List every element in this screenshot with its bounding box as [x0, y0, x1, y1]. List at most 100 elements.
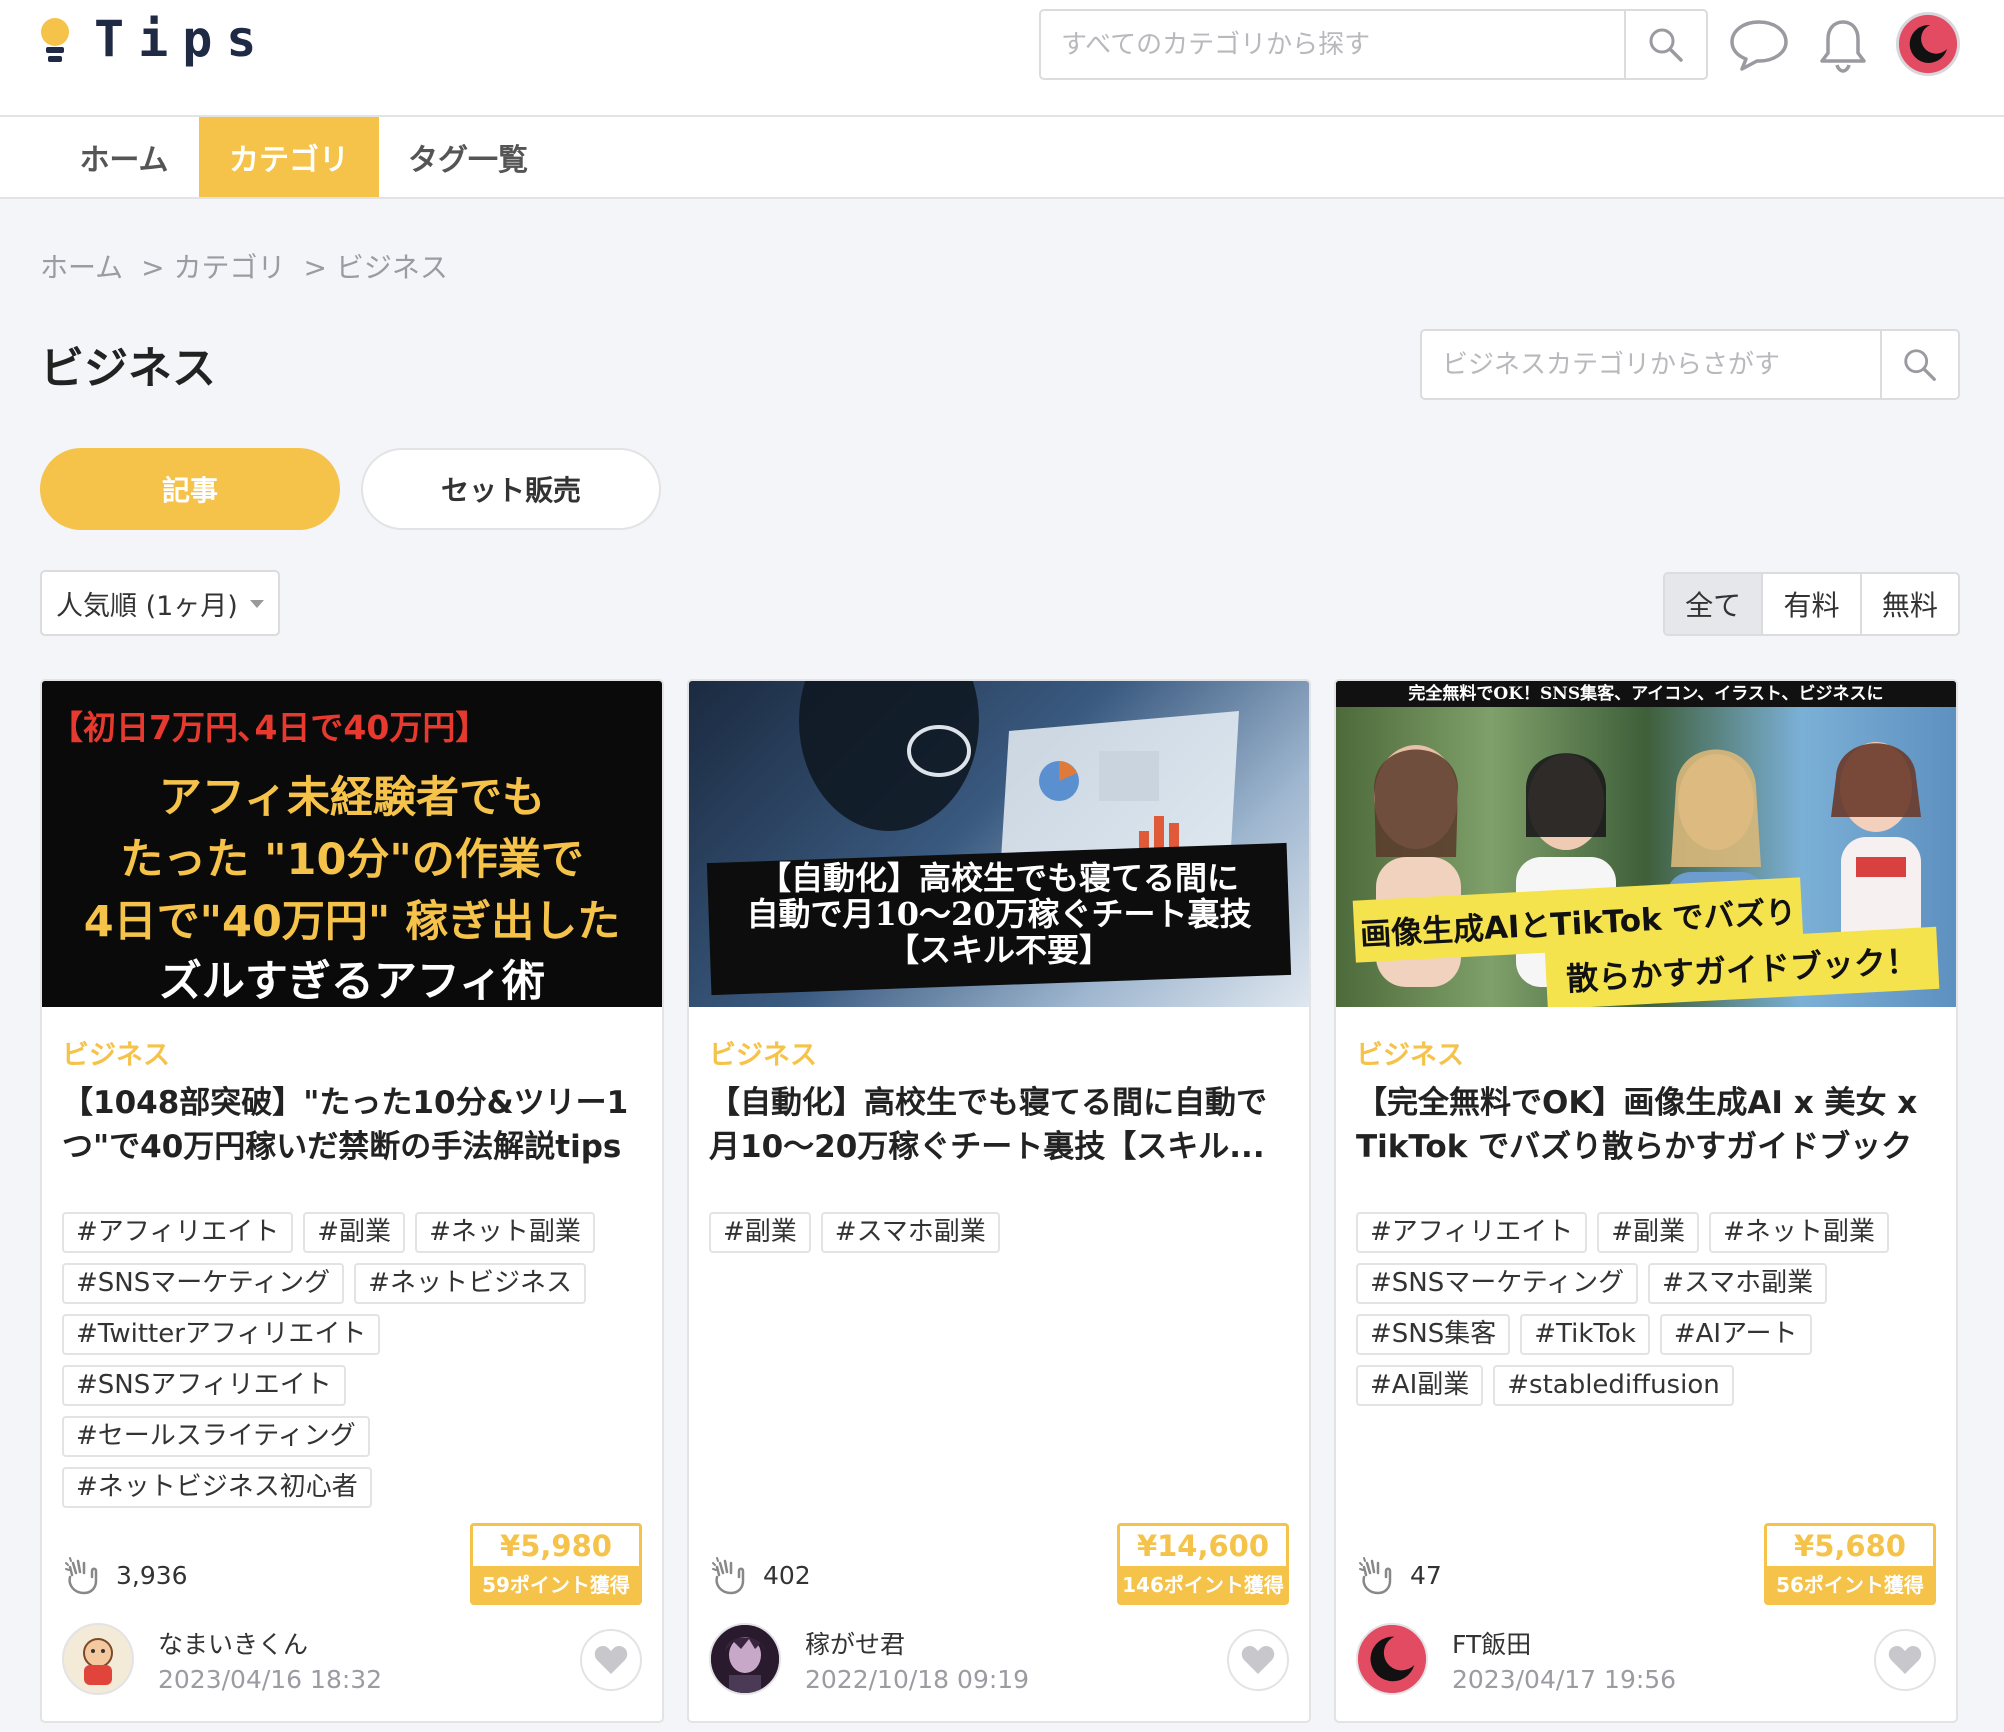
price-filter: 全て 有料 無料 — [1663, 572, 1960, 636]
tag[interactable]: #SNSマーケティング — [62, 1263, 345, 1304]
post-date: 2023/04/16 18:32 — [158, 1665, 383, 1694]
tag[interactable]: #ネット副業 — [415, 1212, 595, 1253]
price-badge: ¥5,980 59ポイント獲得 — [470, 1523, 642, 1605]
tag[interactable]: #スマホ副業 — [820, 1212, 1000, 1253]
category-search-input[interactable] — [1422, 331, 1880, 398]
tag[interactable]: #副業 — [709, 1212, 811, 1253]
global-search-input[interactable] — [1041, 11, 1624, 78]
clap-button[interactable]: 47 — [1356, 1553, 1442, 1597]
breadcrumb: ホーム > カテゴリ > ビジネス — [40, 246, 448, 286]
tag[interactable]: #stablediffusion — [1493, 1365, 1734, 1406]
tab-category[interactable]: カテゴリ — [199, 117, 379, 197]
tab-home[interactable]: ホーム — [62, 117, 186, 197]
price-points: 56ポイント獲得 — [1767, 1566, 1933, 1602]
site-logo[interactable]: Tips — [38, 10, 270, 68]
tag[interactable]: #セールスライティング — [62, 1416, 370, 1457]
bundles-toggle-button[interactable]: セット販売 — [361, 448, 661, 530]
card-category[interactable]: ビジネス — [709, 1033, 817, 1072]
category-search-button[interactable] — [1880, 331, 1958, 398]
global-search-button[interactable] — [1624, 11, 1706, 78]
search-icon — [1649, 28, 1683, 62]
like-button[interactable] — [1874, 1629, 1936, 1691]
card-title[interactable]: 【完全無料でOK】画像生成AI x 美女 x TikTok でバズり散らかすガイ… — [1356, 1081, 1942, 1169]
heart-icon — [594, 1646, 628, 1674]
breadcrumb-business[interactable]: > ビジネス — [304, 246, 448, 286]
thumbnail-text: 【スキル不要】 — [886, 931, 1111, 969]
post-date: 2022/10/18 09:19 — [805, 1665, 1030, 1694]
thumbnail-text: 4日で"40万円" 稼ぎ出した — [83, 897, 621, 947]
tag[interactable]: #副業 — [303, 1212, 406, 1253]
filter-free-button[interactable]: 無料 — [1859, 574, 1958, 634]
page-title: ビジネス — [40, 343, 216, 394]
price-badge: ¥14,600 146ポイント獲得 — [1117, 1523, 1289, 1605]
messages-button[interactable] — [1728, 14, 1790, 76]
bell-icon — [1820, 20, 1866, 73]
thumbnail-text: 【初日7万円､4日で40万円】 — [50, 708, 489, 747]
tag[interactable]: #スマホ副業 — [1648, 1263, 1828, 1304]
tag[interactable]: #ネットビジネス — [354, 1263, 586, 1304]
filter-paid-button[interactable]: 有料 — [1761, 574, 1859, 634]
like-button[interactable] — [580, 1629, 642, 1691]
filter-all-button[interactable]: 全て — [1665, 574, 1762, 634]
card-category[interactable]: ビジネス — [1356, 1033, 1464, 1072]
breadcrumb-home[interactable]: ホーム — [40, 246, 123, 286]
tag[interactable]: #SNSアフィリエイト — [62, 1365, 346, 1406]
sort-selected-label: 人気順 (1ヶ月) — [56, 590, 238, 622]
author-name[interactable]: FT飯田 — [1452, 1625, 1531, 1661]
clap-icon — [65, 1557, 98, 1595]
logo-text: Tips — [94, 10, 271, 68]
tag[interactable]: #アフィリエイト — [62, 1212, 294, 1253]
clap-icon — [712, 1557, 745, 1595]
article-card[interactable]: 【自動化】高校生でも寝てる間に 自動で月10〜20万稼ぐチート裏技 【スキル不要… — [687, 679, 1311, 1723]
caret-down-icon — [250, 600, 264, 608]
category-search — [1420, 329, 1960, 400]
article-thumbnail[interactable]: 完全無料でOK！SNS集客、アイコン、イラスト、ビジネスに 画像生成AIとTik… — [1336, 681, 1956, 1007]
card-title[interactable]: 【1048部突破】"たった10分&ツリー1つ"で40万円稼いだ禁断の手法解説ti… — [62, 1081, 648, 1169]
search-icon — [1904, 348, 1936, 381]
author-avatar[interactable] — [62, 1623, 134, 1695]
main-nav: ホーム カテゴリ タグ一覧 — [0, 117, 2004, 199]
breadcrumb-category[interactable]: > カテゴリ — [141, 246, 285, 286]
clap-count: 3,936 — [116, 1560, 188, 1590]
site-header: Tips — [0, 0, 2004, 117]
author-name[interactable]: 稼がせ君 — [805, 1625, 905, 1661]
article-card[interactable]: 【初日7万円､4日で40万円】 アフィ未経験者でも たった "10分"の作業で … — [40, 679, 664, 1723]
notifications-button[interactable] — [1812, 14, 1874, 76]
tag[interactable]: #アフィリエイト — [1356, 1212, 1588, 1253]
price-amount: ¥5,980 — [473, 1526, 639, 1566]
author-name[interactable]: なまいきくん — [158, 1625, 308, 1661]
thumbnail-text: たった "10分"の作業で — [120, 835, 584, 885]
author-avatar[interactable] — [709, 1623, 781, 1695]
like-button[interactable] — [1227, 1629, 1289, 1691]
tag-list: #アフィリエイト #副業 #ネット副業 #SNSマーケティング #スマホ副業 #… — [1356, 1212, 1946, 1406]
tag[interactable]: #AIアート — [1659, 1314, 1812, 1355]
sort-dropdown[interactable]: 人気順 (1ヶ月) — [40, 570, 280, 636]
post-date: 2023/04/17 19:56 — [1452, 1665, 1677, 1694]
clap-button[interactable]: 3,936 — [62, 1553, 188, 1597]
article-card[interactable]: 完全無料でOK！SNS集客、アイコン、イラスト、ビジネスに 画像生成AIとTik… — [1334, 679, 1958, 1723]
price-amount: ¥14,600 — [1120, 1526, 1286, 1566]
tab-tag-list[interactable]: タグ一覧 — [398, 117, 538, 197]
article-thumbnail[interactable]: 【自動化】高校生でも寝てる間に 自動で月10〜20万稼ぐチート裏技 【スキル不要… — [689, 681, 1309, 1007]
lightbulb-icon — [38, 14, 72, 64]
tag[interactable]: #Twitterアフィリエイト — [62, 1314, 381, 1355]
tag[interactable]: #SNS集客 — [1356, 1314, 1511, 1355]
articles-toggle-button[interactable]: 記事 — [40, 448, 340, 530]
thumbnail-text: ズルすぎるアフィ術 — [158, 957, 546, 1007]
tag[interactable]: #ネットビジネス初心者 — [62, 1467, 372, 1508]
user-avatar[interactable] — [1896, 12, 1960, 76]
tag[interactable]: #TikTok — [1520, 1314, 1650, 1355]
card-title[interactable]: 【自動化】高校生でも寝てる間に自動で月10〜20万稼ぐチート裏技【スキル... — [709, 1081, 1295, 1169]
clap-count: 402 — [763, 1560, 811, 1590]
tag[interactable]: #副業 — [1597, 1212, 1700, 1253]
clap-button[interactable]: 402 — [709, 1553, 811, 1597]
price-badge: ¥5,680 56ポイント獲得 — [1764, 1523, 1936, 1605]
author-avatar[interactable] — [1356, 1623, 1428, 1695]
tag[interactable]: #AI副業 — [1356, 1365, 1484, 1406]
article-thumbnail[interactable]: 【初日7万円､4日で40万円】 アフィ未経験者でも たった "10分"の作業で … — [42, 681, 662, 1007]
chat-icon — [1730, 20, 1788, 71]
tag[interactable]: #SNSマーケティング — [1356, 1263, 1639, 1304]
card-category[interactable]: ビジネス — [62, 1033, 170, 1072]
tag[interactable]: #ネット副業 — [1709, 1212, 1889, 1253]
heart-icon — [1888, 1646, 1922, 1674]
